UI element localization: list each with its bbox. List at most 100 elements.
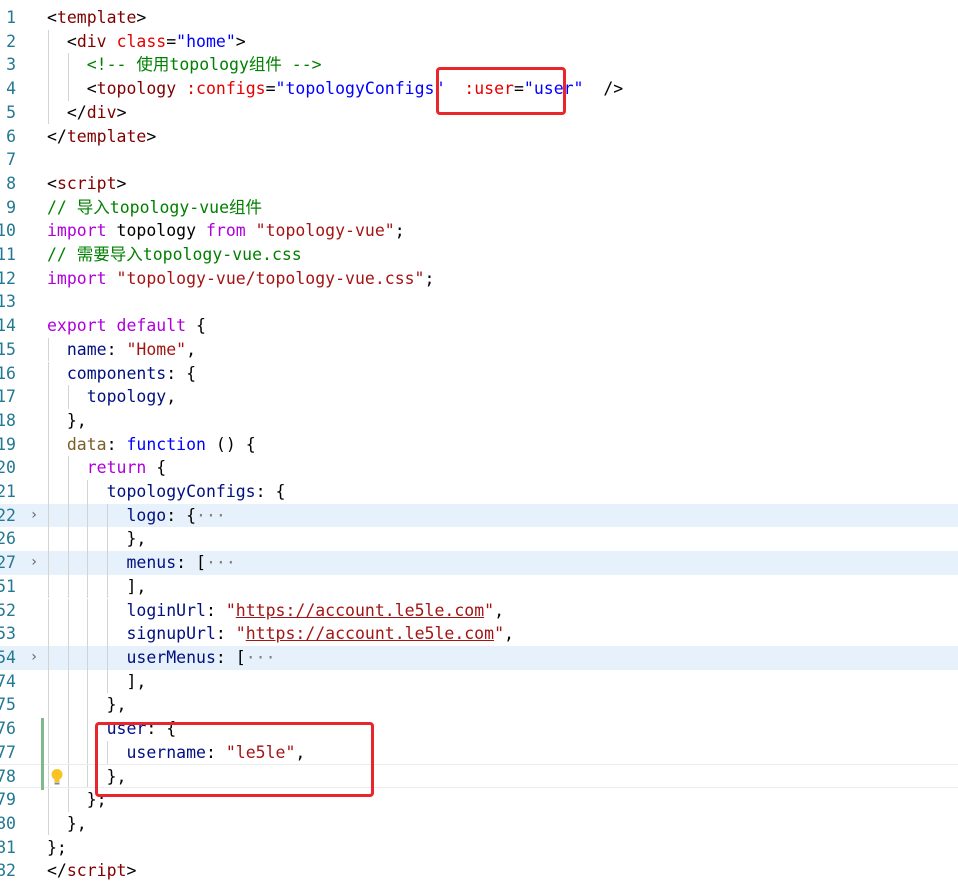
chevron-right-icon[interactable]: › [26, 646, 42, 670]
code-token: }, [47, 695, 127, 715]
code-text[interactable]: // 导入topology-vue组件 [47, 196, 262, 220]
code-line[interactable]: 19 data: function () { [0, 432, 958, 457]
code-token: }, [47, 410, 87, 430]
code-text[interactable]: signupUrl: "https://account.le5le.com", [47, 622, 514, 646]
code-token: "home" [176, 31, 236, 51]
code-line[interactable]: 20 return { [0, 456, 958, 480]
code-token: ; [424, 268, 435, 288]
code-line[interactable]: 15 name: "Home", [0, 337, 958, 362]
code-token: userMenus [126, 647, 216, 667]
code-token: , [166, 387, 177, 407]
chevron-right-icon[interactable]: › [26, 551, 42, 575]
code-token: : { [166, 505, 197, 525]
code-line[interactable]: 18 }, [0, 408, 958, 433]
code-line[interactable]: 82 </script> [0, 859, 958, 883]
code-text[interactable]: }, [47, 527, 146, 551]
code-text[interactable]: import "topology-vue/topology-vue.css"; [47, 267, 434, 291]
code-text[interactable]: userMenus: [··· [47, 646, 276, 670]
code-token: menus [126, 553, 177, 573]
code-line[interactable]: 52 loginUrl: "https://account.le5le.com"… [0, 598, 958, 623]
code-token: import [47, 221, 107, 241]
code-text[interactable]: import topology from "topology-vue"; [47, 219, 405, 243]
code-line[interactable]: 27 › menus: [··· [0, 551, 958, 575]
code-text[interactable]: menus: [··· [47, 551, 235, 575]
code-line[interactable]: 17 topology, [0, 385, 958, 409]
line-number: 18 [0, 410, 16, 430]
code-token: script [66, 861, 127, 881]
code-token: https://account.le5le.com [235, 600, 485, 620]
code-token: < [47, 79, 97, 99]
code-text[interactable]: name: "Home", [47, 338, 196, 362]
code-text[interactable]: <script> [47, 172, 126, 196]
code-text[interactable]: <!-- 使用topology组件 --> [47, 53, 322, 77]
code-line[interactable]: 74 ], [0, 669, 958, 694]
code-token: , [504, 624, 514, 644]
code-text[interactable]: </template> [47, 125, 156, 149]
code-line[interactable]: 9 // 导入topology-vue组件 [0, 196, 958, 220]
code-line[interactable]: 54 › userMenus: [··· [0, 645, 958, 670]
code-token: > [116, 102, 127, 122]
code-text[interactable]: export default { [47, 314, 206, 338]
code-token: ; [394, 221, 405, 241]
code-token: }, [47, 529, 147, 549]
code-text[interactable]: <div class="home"> [47, 30, 246, 54]
chevron-right-icon[interactable]: › [26, 504, 42, 528]
code-text[interactable]: logo: {··· [47, 504, 226, 528]
code-line[interactable]: 51 ], [0, 574, 958, 599]
code-text[interactable]: }, [47, 693, 127, 717]
line-number: 26 [0, 529, 16, 549]
code-line[interactable]: 7 [0, 148, 958, 172]
code-text[interactable]: </script> [47, 859, 136, 883]
code-line[interactable]: 22 › logo: {··· [0, 503, 958, 528]
code-text[interactable]: data: function () { [47, 433, 256, 457]
code-line[interactable]: 8 <script> [0, 172, 958, 196]
code-token: "topology-vue" [255, 221, 395, 241]
code-text[interactable]: // 需要导入topology-vue.css [47, 243, 302, 267]
code-text[interactable]: <template> [47, 6, 146, 30]
code-line[interactable]: 1 <template> [0, 6, 958, 30]
code-text[interactable]: topology, [47, 385, 176, 409]
code-line[interactable]: 10 import topology from "topology-vue"; [0, 219, 958, 243]
line-number: 10 [0, 221, 16, 241]
code-line[interactable]: 75 }, [0, 693, 958, 717]
line-number: 3 [6, 55, 16, 75]
code-token: return [86, 458, 147, 478]
code-text[interactable]: topologyConfigs: { [47, 480, 286, 504]
code-line[interactable]: 80 }, [0, 811, 958, 836]
code-text[interactable]: }; [47, 836, 67, 860]
code-line[interactable]: 13 [0, 290, 958, 314]
code-text[interactable]: components: { [47, 362, 196, 386]
code-line[interactable]: 81}; [0, 836, 958, 860]
line-number: 80 [0, 813, 16, 833]
code-text[interactable]: </div> [47, 101, 127, 125]
code-line[interactable]: 16 components: { [0, 361, 958, 386]
code-line[interactable]: 2 <div class="home"> [0, 29, 958, 54]
code-token: ··· [245, 647, 276, 667]
lightbulb-icon[interactable] [50, 768, 64, 786]
code-token: template [56, 8, 137, 27]
code-token: , [186, 339, 197, 359]
line-number: 2 [6, 31, 16, 51]
code-line[interactable]: 12 import "topology-vue/topology-vue.css"… [0, 267, 958, 291]
code-text[interactable]: return { [47, 456, 166, 480]
code-token: < [47, 173, 57, 193]
code-text[interactable]: }, [47, 812, 87, 836]
code-line[interactable]: 14 export default { [0, 314, 958, 338]
code-token: : { [255, 482, 286, 501]
code-text[interactable]: }, [47, 409, 87, 433]
line-number: 5 [6, 102, 16, 122]
code-text[interactable]: ], [47, 575, 146, 599]
code-token: ··· [196, 505, 226, 525]
code-line[interactable]: 53 signupUrl: "https://account.le5le.com… [0, 622, 958, 646]
code-text[interactable]: loginUrl: "https://account.le5le.com", [47, 599, 504, 623]
code-line[interactable]: 26 }, [0, 527, 958, 552]
code-line[interactable]: 21 topologyConfigs: { [0, 480, 958, 504]
code-line[interactable]: 6 </template> [0, 125, 958, 149]
code-line[interactable]: 11 // 需要导入topology-vue.css [0, 243, 958, 267]
highlight-box-user-data [95, 722, 374, 797]
code-token: : [106, 434, 127, 454]
code-text[interactable]: ], [47, 670, 146, 694]
